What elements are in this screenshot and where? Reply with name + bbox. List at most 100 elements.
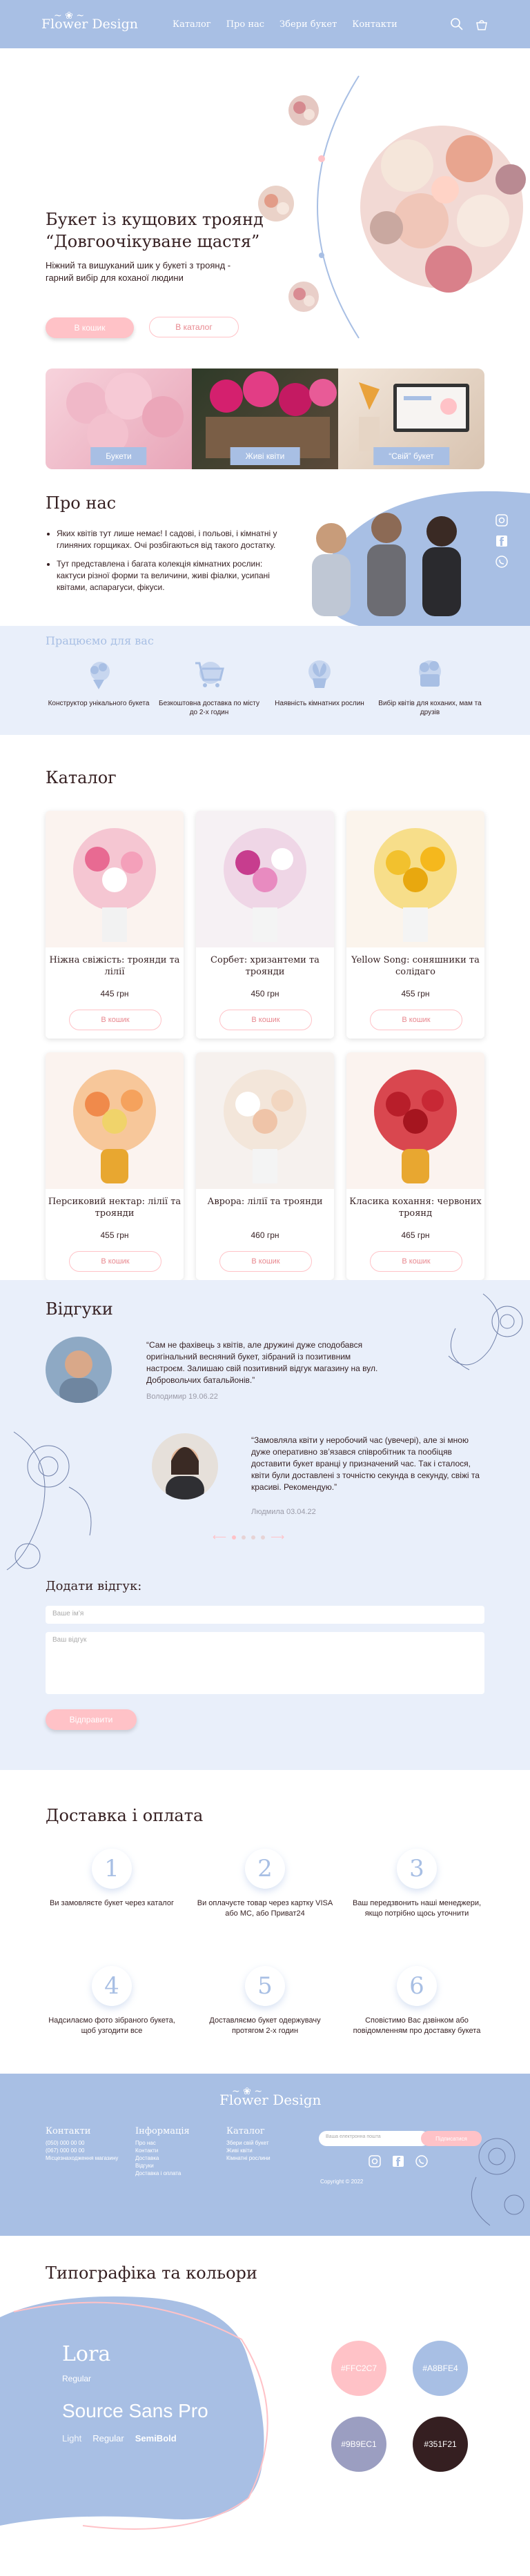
category-live-flowers-label: Живі квіти: [230, 447, 300, 465]
footer-contacts: Контакти (050) 000 00 00 (067) 000 00 00…: [46, 2127, 118, 2162]
footer-social-icons: [369, 2155, 428, 2167]
step-text: Ваш передзвонить наші менеджери, якщо по…: [352, 1899, 482, 1918]
categories-section: Букети Живі квіти “Свій” букет: [0, 366, 530, 473]
add-to-cart-button[interactable]: В кошик: [370, 1010, 462, 1030]
advantages-band: Працюємо для вас Конструктор унікального…: [0, 626, 530, 735]
logo[interactable]: ~ ❀ ~ Flower Design: [41, 10, 138, 31]
footer-phone-2[interactable]: (067) 000 00 00: [46, 2147, 118, 2154]
color-swatch-dark: #351F21: [413, 2417, 468, 2472]
hero-cart-button[interactable]: В кошик: [46, 317, 134, 338]
product-card[interactable]: Yellow Song: соняшники та солідаго 455 г…: [346, 811, 484, 1039]
nav-catalog[interactable]: Каталог: [173, 19, 211, 30]
product-image: [73, 828, 156, 942]
product-name: Yellow Song: соняшники та солідаго: [351, 955, 480, 977]
catalog-title: Каталог: [46, 768, 117, 787]
page-dot[interactable]: [251, 1535, 256, 1540]
catalog-section: Каталог Ніжна свіжість: троянди та лілії…: [0, 735, 530, 1280]
review-name-input[interactable]: Ваше ім’я: [46, 1606, 484, 1624]
delivery-step: 1 Ви замовляєте букет через каталог: [43, 1849, 181, 1909]
nav-about[interactable]: Про нас: [226, 19, 264, 30]
product-card[interactable]: Аврора: лілії та троянди 460 грн В кошик: [196, 1052, 334, 1280]
footer-link[interactable]: Про нас: [135, 2139, 190, 2147]
footer-link[interactable]: Контакти: [135, 2147, 190, 2154]
advantage-constructor-text: Конструктор унікального букета: [48, 700, 150, 707]
add-to-cart-button[interactable]: В кошик: [69, 1251, 161, 1272]
add-to-cart-button[interactable]: В кошик: [219, 1251, 312, 1272]
gift-icon: [419, 660, 441, 687]
footer-info-title: Інформація: [135, 2126, 190, 2136]
product-price: 445 грн: [100, 989, 129, 999]
footer-link[interactable]: Доставка: [135, 2154, 190, 2162]
reviewer-avatar: [152, 1433, 218, 1500]
category-custom-bouquet[interactable]: “Свій” букет: [338, 368, 484, 469]
instagram-icon[interactable]: [369, 2155, 381, 2167]
add-to-cart-button[interactable]: В кошик: [69, 1010, 161, 1030]
font-style-regular: Regular: [92, 2433, 124, 2444]
advantage-delivery-text: Безкоштовна доставка по місту до 2-х год…: [159, 700, 259, 716]
review-author: Людмила 03.04.22: [251, 1508, 316, 1516]
product-card[interactable]: Ніжна свіжість: троянди та лілії 445 грн…: [46, 811, 184, 1039]
product-card[interactable]: Класика кохання: червоних троянд 465 грн…: [346, 1052, 484, 1280]
viber-icon[interactable]: [415, 2155, 428, 2167]
delivery-step: 6 Сповістимо Вас дзвінком або повідомленн…: [348, 1966, 486, 2036]
product-card[interactable]: Сорбет: хризантеми та троянди 450 грн В …: [196, 811, 334, 1039]
cart-icon[interactable]: [475, 17, 489, 31]
color-swatch-pink: #FFC2C7: [331, 2341, 386, 2396]
submit-review-button[interactable]: Відправити: [46, 1709, 137, 1730]
product-price: 455 грн: [401, 989, 430, 999]
product-name: Ніжна свіжість: троянди та лілії: [49, 955, 180, 977]
review-text-input[interactable]: Ваш відгук: [46, 1632, 484, 1694]
nav-build-bouquet[interactable]: Збери букет: [279, 19, 337, 30]
logo-swirl-icon: ~ ❀ ~: [54, 10, 85, 21]
footer-link[interactable]: Живі квіти: [226, 2147, 271, 2154]
advantages-title: Працюємо для вас: [46, 634, 154, 647]
nav-contacts[interactable]: Контакти: [352, 19, 397, 30]
about-section: Про нас Яких квітів тут лише немає! І са…: [0, 473, 530, 735]
page-dot[interactable]: [242, 1535, 246, 1540]
add-review-title: Додати відгук:: [46, 1579, 142, 1593]
footer-link[interactable]: Доставка і оплата: [135, 2170, 190, 2177]
advantage-gifts-text: Вибір квітів для коханих, мам та друзів: [378, 700, 482, 716]
subscribe-button[interactable]: Підписатися: [421, 2131, 482, 2146]
product-image: [224, 1070, 306, 1183]
arrow-right-icon[interactable]: ⟶: [271, 1531, 284, 1543]
category-live-flowers[interactable]: Живі квіти: [192, 368, 338, 469]
reviews-section: Відгуки “Сам не фахівець з квітів, але д…: [0, 1280, 530, 1770]
product-price: 465 грн: [401, 1230, 430, 1240]
category-bouquets[interactable]: Букети: [46, 368, 192, 469]
footer-phone-1[interactable]: (050) 000 00 00: [46, 2139, 118, 2147]
hero-section: Букет із кущових троянд “Довгоочікуване …: [0, 48, 530, 366]
font-sample-lora: Lora: [62, 2342, 111, 2366]
add-to-cart-button[interactable]: В кошик: [370, 1251, 462, 1272]
font-style-light: Light: [62, 2433, 82, 2444]
product-price: 450 грн: [251, 989, 279, 999]
category-custom-bouquet-label: “Свій” букет: [373, 447, 449, 465]
instagram-icon[interactable]: [495, 514, 508, 527]
footer-logo[interactable]: ~ ❀ ~ Flower Design: [219, 2086, 321, 2107]
product-card[interactable]: Персиковий нектар: лілії та троянди 455 …: [46, 1052, 184, 1280]
footer-location[interactable]: Місцезнаходження магазину: [46, 2154, 118, 2162]
logo-swirl-icon: ~ ❀ ~: [232, 2086, 263, 2097]
footer-link[interactable]: Відгуки: [135, 2162, 190, 2170]
add-to-cart-button[interactable]: В кошик: [219, 1010, 312, 1030]
facebook-icon[interactable]: [392, 2155, 404, 2167]
page-dot[interactable]: [232, 1535, 237, 1540]
search-icon[interactable]: [450, 17, 464, 31]
facebook-icon[interactable]: [495, 535, 508, 547]
footer-link[interactable]: Кімнатні рослини: [226, 2154, 271, 2162]
email-input[interactable]: Ваша електронна пошта: [319, 2131, 429, 2146]
footer-link[interactable]: Збери свій букет: [226, 2139, 271, 2147]
product-image: [73, 1070, 156, 1183]
font-sample-source-sans: Source Sans Pro: [62, 2400, 208, 2421]
delivery-step: 2 Ви оплачуєте товар через картку VISA аб…: [196, 1849, 334, 1919]
hero-catalog-button[interactable]: В каталог: [149, 317, 239, 337]
typography-section: Типографіка та кольори Lora Regular Sour…: [0, 2236, 530, 2535]
step-number: 3: [397, 1849, 437, 1889]
advantage-houseplants: Наявність кімнатних рослин: [268, 656, 371, 708]
page-dot[interactable]: [261, 1535, 266, 1540]
product-image: [374, 1070, 457, 1183]
typography-title: Типографіка та кольори: [46, 2263, 257, 2283]
viber-icon[interactable]: [495, 555, 508, 568]
arrow-left-icon[interactable]: ⟵: [213, 1531, 226, 1543]
copyright: Copyright © 2022: [320, 2179, 364, 2185]
